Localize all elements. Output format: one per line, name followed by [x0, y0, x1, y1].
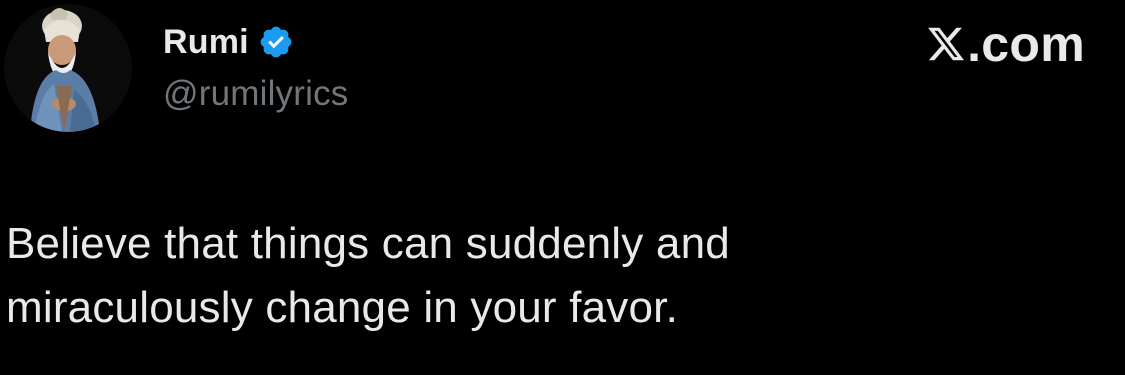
brand-domain-text: .com	[967, 16, 1085, 72]
author-handle[interactable]: @rumilyrics	[163, 74, 349, 114]
avatar[interactable]	[4, 4, 132, 132]
tweet-text-line: Believe that things can suddenly and	[6, 219, 730, 268]
avatar-image	[4, 4, 132, 132]
display-name[interactable]: Rumi	[163, 23, 249, 62]
tweet-text-line: miraculously change in your favor.	[6, 283, 679, 332]
tweet-card: Rumi @rumilyrics .com Believe that thing…	[0, 0, 1125, 375]
x-logo-icon	[926, 23, 966, 65]
author-name-row: Rumi	[163, 20, 294, 64]
brand-watermark: .com	[926, 16, 1085, 72]
verified-badge-icon	[258, 24, 294, 60]
tweet-text: Believe that things can suddenly and mir…	[6, 212, 1106, 340]
